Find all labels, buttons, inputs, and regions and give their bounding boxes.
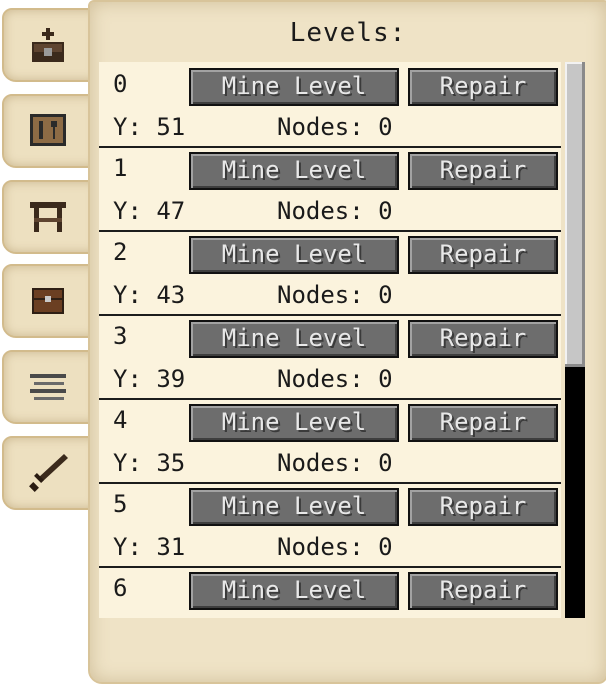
- level-nodes: Nodes: 0: [277, 449, 393, 477]
- sword-icon: [29, 454, 68, 492]
- level-nodes: Nodes: 0: [277, 533, 393, 561]
- levels-list[interactable]: 0 Mine Level Repair Y: 51 Nodes: 0 1 Min…: [99, 62, 561, 618]
- repair-button[interactable]: Repair: [408, 572, 558, 610]
- level-y: Y: 47: [113, 197, 186, 225]
- level-y: Y: 51: [113, 113, 186, 141]
- repair-button[interactable]: Repair: [408, 68, 558, 106]
- tab-tools[interactable]: [2, 94, 98, 168]
- level-y: Y: 39: [113, 365, 186, 393]
- scrollbar-track[interactable]: [565, 62, 585, 618]
- level-nodes: Nodes: 0: [277, 365, 393, 393]
- level-row: 1 Mine Level Repair Y: 47 Nodes: 0: [99, 146, 561, 232]
- mine-level-button[interactable]: Mine Level: [189, 68, 399, 106]
- mine-level-button[interactable]: Mine Level: [189, 488, 399, 526]
- level-index: 6: [113, 574, 128, 602]
- repair-button[interactable]: Repair: [408, 404, 558, 442]
- tab-storage[interactable]: [2, 264, 98, 338]
- level-index: 3: [113, 322, 128, 350]
- mine-level-button[interactable]: Mine Level: [189, 236, 399, 274]
- repair-button[interactable]: Repair: [408, 320, 558, 358]
- mine-level-button[interactable]: Mine Level: [189, 572, 399, 610]
- tab-combat[interactable]: [2, 436, 98, 510]
- mine-level-button[interactable]: Mine Level: [189, 152, 399, 190]
- repair-button[interactable]: Repair: [408, 488, 558, 526]
- level-y: Y: 43: [113, 281, 186, 309]
- level-row: 6 Mine Level Repair: [99, 566, 561, 618]
- mine-level-button[interactable]: Mine Level: [189, 320, 399, 358]
- tab-gift[interactable]: [2, 8, 98, 82]
- panel-title: Levels:: [289, 18, 407, 48]
- scrollbar-thumb[interactable]: [565, 62, 585, 367]
- workbench-icon: [30, 202, 66, 232]
- tab-layers[interactable]: [2, 350, 98, 424]
- level-y: Y: 35: [113, 449, 186, 477]
- level-nodes: Nodes: 0: [277, 197, 393, 225]
- level-row: 3 Mine Level Repair Y: 39 Nodes: 0: [99, 314, 561, 400]
- level-row: 5 Mine Level Repair Y: 31 Nodes: 0: [99, 482, 561, 568]
- tool-board-icon: [30, 114, 66, 146]
- level-index: 0: [113, 70, 128, 98]
- level-index: 4: [113, 406, 128, 434]
- level-nodes: Nodes: 0: [277, 281, 393, 309]
- level-row: 4 Mine Level Repair Y: 35 Nodes: 0: [99, 398, 561, 484]
- level-nodes: Nodes: 0: [277, 113, 393, 141]
- level-index: 1: [113, 154, 128, 182]
- level-row: 0 Mine Level Repair Y: 51 Nodes: 0: [99, 62, 561, 148]
- storage-chest-icon: [32, 288, 64, 314]
- level-index: 5: [113, 490, 128, 518]
- gift-chest-icon: [32, 28, 64, 62]
- level-row: 2 Mine Level Repair Y: 43 Nodes: 0: [99, 230, 561, 316]
- stacked-layers-icon: [30, 374, 66, 400]
- tab-workbench[interactable]: [2, 180, 98, 254]
- repair-button[interactable]: Repair: [408, 152, 558, 190]
- level-index: 2: [113, 238, 128, 266]
- level-y: Y: 31: [113, 533, 186, 561]
- repair-button[interactable]: Repair: [408, 236, 558, 274]
- mine-level-button[interactable]: Mine Level: [189, 404, 399, 442]
